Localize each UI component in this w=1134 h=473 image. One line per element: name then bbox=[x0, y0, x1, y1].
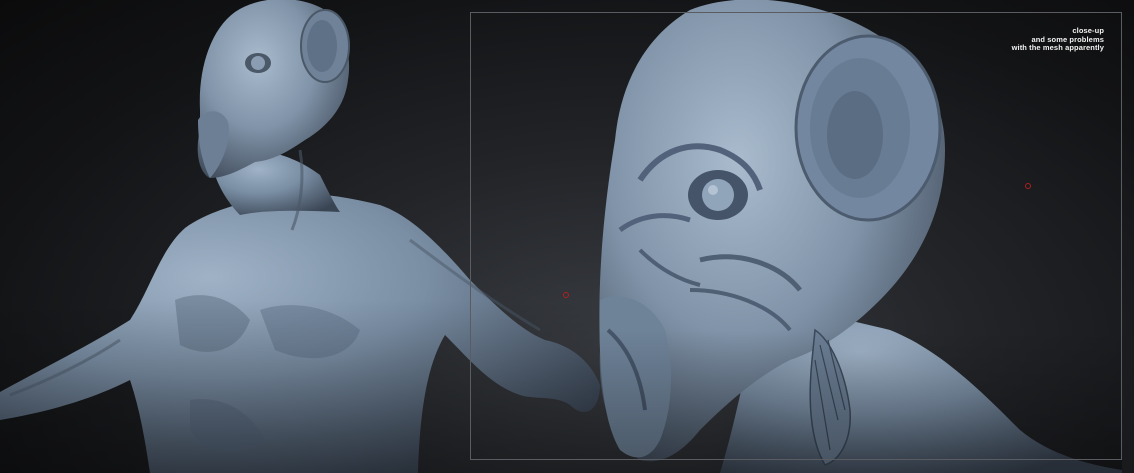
red-marker-left bbox=[563, 292, 569, 298]
note-line: with the mesh apparently bbox=[1011, 43, 1104, 52]
sculpt-viewport: close-up and some problems with the mesh… bbox=[0, 0, 1134, 473]
closeup-frame bbox=[470, 12, 1122, 460]
red-marker-right bbox=[1025, 183, 1031, 189]
annotation-note: close-up and some problems with the mesh… bbox=[1011, 26, 1104, 53]
